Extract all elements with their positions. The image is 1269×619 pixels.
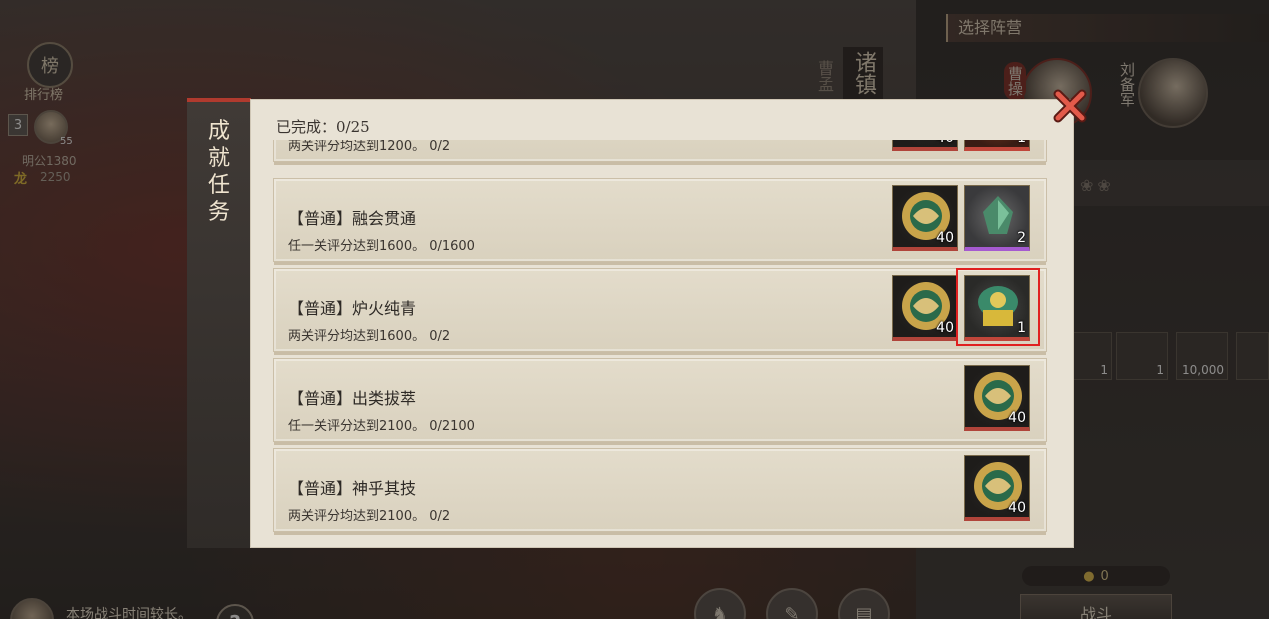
task-name: 【普通】出类拔萃	[288, 389, 417, 408]
reward-qty: 1	[1017, 140, 1026, 146]
task-desc: 两关评分均达到2100。 0/2	[288, 509, 451, 524]
task-desc: 任一关评分达到1600。 0/1600	[288, 239, 475, 254]
close-icon	[1053, 89, 1087, 123]
completed-count: 已完成：0/25	[276, 118, 370, 136]
reward-qty: 40	[936, 230, 954, 246]
reward-qty: 40	[1008, 500, 1026, 516]
task-row: 【普通】出类拔萃 任一关评分达到2100。 0/2100 40	[273, 358, 1047, 445]
jade-coin-icon[interactable]: 40	[892, 275, 958, 341]
achievement-tab-title: 成就任务	[207, 119, 230, 225]
task-desc: 任一关评分达到2100。 0/2100	[288, 419, 475, 434]
task-row: 两关评分均达到1200。 0/2 40 1	[273, 140, 1047, 165]
purple-jade-icon[interactable]: 2	[964, 185, 1030, 251]
jade-coin-icon[interactable]: 40	[964, 365, 1030, 431]
task-desc: 两关评分均达到1200。 0/2	[288, 140, 451, 154]
task-list[interactable]: 两关评分均达到1200。 0/2 40 1 【普通】融会贯通 任一关评分达到16…	[273, 140, 1048, 535]
task-row: 【普通】神乎其技 两关评分均达到2100。 0/2 40	[273, 448, 1047, 535]
jade-coin-icon[interactable]: 40	[892, 185, 958, 251]
task-name: 【普通】融会贯通	[288, 209, 417, 228]
reward-qty: 40	[936, 140, 954, 146]
task-row: 【普通】炉火纯青 两关评分均达到1600。 0/2 40 1	[273, 268, 1047, 355]
task-desc: 两关评分均达到1600。 0/2	[288, 329, 451, 344]
jade-coin-icon[interactable]: 40	[892, 140, 958, 151]
jade-coin-icon[interactable]: 40	[964, 455, 1030, 521]
task-name: 【普通】炉火纯青	[288, 299, 417, 318]
reward-qty: 40	[1008, 410, 1026, 426]
reward-qty: 2	[1017, 230, 1026, 246]
orange-item-icon[interactable]: 1	[964, 140, 1030, 151]
close-button[interactable]	[1048, 84, 1092, 128]
reward-highlight-box	[956, 268, 1040, 346]
task-name: 【普通】神乎其技	[288, 479, 417, 498]
task-row: 【普通】融会贯通 任一关评分达到1600。 0/1600 40 2	[273, 178, 1047, 265]
reward-qty: 40	[936, 320, 954, 336]
